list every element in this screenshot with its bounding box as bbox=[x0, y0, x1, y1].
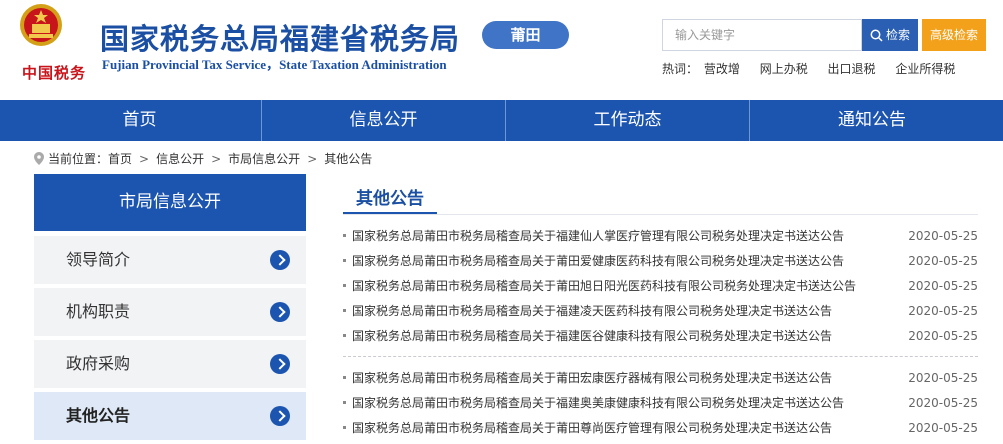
breadcrumb-item-current: 其他公告 bbox=[324, 152, 373, 166]
site-title[interactable]: 国家税务总局福建省税务局 bbox=[100, 16, 460, 58]
news-date: 2020-05-25 bbox=[908, 254, 978, 268]
bullet-icon bbox=[343, 376, 346, 379]
chevron-right-icon bbox=[270, 250, 290, 270]
search-icon bbox=[870, 29, 883, 42]
nav-item-info-disclosure[interactable]: 信息公开 bbox=[262, 100, 506, 141]
site-header: 中国税务 国家税务总局福建省税务局 Fujian Provincial Tax … bbox=[0, 0, 1003, 100]
bullet-icon bbox=[343, 401, 346, 404]
news-title-link[interactable]: 国家税务总局莆田市税务局稽查局关于福建医谷健康科技有限公司税务处理决定书送达公告 bbox=[352, 329, 832, 343]
bullet-icon bbox=[343, 309, 346, 312]
hot-term-link[interactable]: 企业所得税 bbox=[895, 62, 955, 76]
bullet-icon bbox=[343, 234, 346, 237]
news-title-link[interactable]: 国家税务总局莆田市税务局稽查局关于福建凌天医药科技有限公司税务处理决定书送达公告 bbox=[352, 304, 832, 318]
sidebar-item-duties[interactable]: 机构职责 bbox=[34, 288, 306, 336]
sidebar-item-label: 政府采购 bbox=[66, 354, 131, 373]
list-item[interactable]: 国家税务总局莆田市税务局稽查局关于莆田宏康医疗器械有限公司税务处理决定书送达公告… bbox=[343, 366, 978, 391]
chevron-right-icon bbox=[270, 406, 290, 426]
section-divider bbox=[343, 214, 978, 215]
news-title-link[interactable]: 国家税务总局莆田市税务局稽查局关于莆田爱健康医药科技有限公司税务处理决定书送达公… bbox=[352, 254, 844, 268]
national-emblem-icon bbox=[20, 4, 62, 46]
news-date: 2020-05-25 bbox=[908, 396, 978, 410]
hot-term-link[interactable]: 网上办税 bbox=[760, 62, 808, 76]
city-switch-badge[interactable]: 莆田 bbox=[482, 21, 569, 49]
list-item[interactable]: 国家税务总局莆田市税务局稽查局关于莆田尊尚医疗管理有限公司税务处理决定书送达公告… bbox=[343, 416, 978, 441]
hot-terms-label: 热词： bbox=[662, 62, 699, 76]
list-item[interactable]: 国家税务总局莆田市税务局稽查局关于福建奥美康健康科技有限公司税务处理决定书送达公… bbox=[343, 391, 978, 416]
nav-item-work-news[interactable]: 工作动态 bbox=[506, 100, 750, 141]
breadcrumb-item[interactable]: 市局信息公开 bbox=[228, 152, 300, 166]
breadcrumb-item[interactable]: 首页 bbox=[108, 152, 132, 166]
news-title-link[interactable]: 国家税务总局莆田市税务局稽查局关于莆田尊尚医疗管理有限公司税务处理决定书送达公告 bbox=[352, 421, 832, 435]
bullet-icon bbox=[343, 259, 346, 262]
list-item[interactable]: 国家税务总局莆田市税务局稽查局关于福建仙人掌医疗管理有限公司税务处理决定书送达公… bbox=[343, 224, 978, 249]
hot-terms: 热词： 营改增 网上办税 出口退税 企业所得税 bbox=[662, 60, 971, 77]
sidebar-item-leadership[interactable]: 领导简介 bbox=[34, 236, 306, 284]
list-group-divider bbox=[343, 356, 978, 357]
motto-logo-text: 中国税务 bbox=[22, 64, 87, 82]
nav-item-home[interactable]: 首页 bbox=[18, 100, 262, 141]
breadcrumb-separator: > bbox=[211, 152, 222, 166]
breadcrumb-separator: > bbox=[139, 152, 150, 166]
news-title-link[interactable]: 国家税务总局莆田市税务局稽查局关于福建奥美康健康科技有限公司税务处理决定书送达公… bbox=[352, 396, 844, 410]
news-title-link[interactable]: 国家税务总局莆田市税务局稽查局关于莆田旭日阳光医药科技有限公司税务处理决定书送达… bbox=[352, 279, 856, 293]
sidebar-item-label: 领导简介 bbox=[66, 250, 131, 269]
site-subtitle: Fujian Provincial Tax Service，State Taxa… bbox=[102, 57, 447, 72]
search-input[interactable]: 输入关键字 bbox=[662, 19, 862, 51]
hot-term-link[interactable]: 出口退税 bbox=[828, 62, 876, 76]
news-title-link[interactable]: 国家税务总局莆田市税务局稽查局关于莆田宏康医疗器械有限公司税务处理决定书送达公告 bbox=[352, 371, 832, 385]
sidebar-item-other-notices[interactable]: 其他公告 bbox=[34, 392, 306, 440]
news-title-link[interactable]: 国家税务总局莆田市税务局稽查局关于福建仙人掌医疗管理有限公司税务处理决定书送达公… bbox=[352, 229, 844, 243]
list-item[interactable]: 国家税务总局莆田市税务局稽查局关于莆田爱健康医药科技有限公司税务处理决定书送达公… bbox=[343, 249, 978, 274]
search-button-label: 检索 bbox=[885, 28, 910, 42]
list-item[interactable]: 国家税务总局莆田市税务局稽查局关于莆田旭日阳光医药科技有限公司税务处理决定书送达… bbox=[343, 274, 978, 299]
chevron-right-icon bbox=[270, 354, 290, 374]
breadcrumb-item[interactable]: 信息公开 bbox=[156, 152, 204, 166]
location-pin-icon bbox=[34, 152, 44, 165]
breadcrumb: 当前位置：首页 > 信息公开 > 市局信息公开 > 其他公告 bbox=[34, 150, 372, 167]
news-date: 2020-05-25 bbox=[908, 421, 978, 435]
news-date: 2020-05-25 bbox=[908, 304, 978, 318]
breadcrumb-separator: > bbox=[307, 152, 318, 166]
list-item[interactable]: 国家税务总局莆田市税务局稽查局关于福建凌天医药科技有限公司税务处理决定书送达公告… bbox=[343, 299, 978, 324]
chevron-right-icon bbox=[270, 302, 290, 322]
news-date: 2020-05-25 bbox=[908, 371, 978, 385]
sidebar-item-label: 机构职责 bbox=[66, 302, 131, 321]
news-date: 2020-05-25 bbox=[908, 229, 978, 243]
section-title: 其他公告 bbox=[343, 184, 437, 214]
breadcrumb-label: 当前位置： bbox=[48, 152, 109, 166]
search-button[interactable]: 检索 bbox=[862, 19, 918, 51]
bullet-icon bbox=[343, 426, 346, 429]
sidebar-item-procurement[interactable]: 政府采购 bbox=[34, 340, 306, 388]
sidebar-title: 市局信息公开 bbox=[34, 174, 306, 231]
bullet-icon bbox=[343, 284, 346, 287]
main-nav: 首页 信息公开 工作动态 通知公告 bbox=[0, 100, 1003, 141]
advanced-search-button[interactable]: 高级检索 bbox=[922, 19, 986, 51]
nav-item-notices[interactable]: 通知公告 bbox=[750, 100, 994, 141]
bullet-icon bbox=[343, 334, 346, 337]
hot-term-link[interactable]: 营改增 bbox=[704, 62, 740, 76]
sidebar-item-label: 其他公告 bbox=[66, 406, 131, 425]
list-item[interactable]: 国家税务总局莆田市税务局稽查局关于福建医谷健康科技有限公司税务处理决定书送达公告… bbox=[343, 324, 978, 349]
news-date: 2020-05-25 bbox=[908, 329, 978, 343]
news-date: 2020-05-25 bbox=[908, 279, 978, 293]
